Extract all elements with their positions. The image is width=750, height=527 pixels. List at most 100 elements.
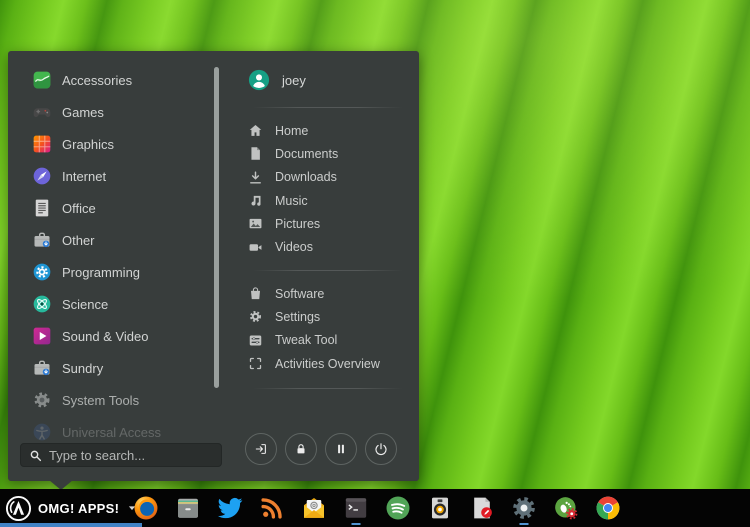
download-icon	[248, 170, 263, 185]
category-label: Sound & Video	[62, 329, 149, 344]
document-icon	[248, 146, 263, 161]
place-label: Pictures	[275, 217, 320, 231]
category-internet[interactable]: Internet	[8, 160, 214, 192]
places-list: Home Documents Downloads Music	[248, 119, 338, 259]
session-lock[interactable]	[285, 433, 317, 465]
category-office[interactable]: Office	[8, 192, 214, 224]
category-label: Internet	[62, 169, 106, 184]
launcher-chrome[interactable]	[595, 495, 621, 521]
briefcase-icon	[32, 230, 52, 250]
rss-icon	[259, 495, 285, 521]
place-downloads[interactable]: Downloads	[248, 166, 338, 189]
category-label: Accessories	[62, 73, 132, 88]
home-icon	[248, 123, 263, 138]
chrome-icon	[595, 495, 621, 521]
session-power[interactable]	[365, 433, 397, 465]
terminal-icon	[343, 495, 369, 521]
gear-small-icon	[248, 309, 263, 324]
launcher-tweaks[interactable]	[553, 495, 579, 521]
omg-logo-icon	[5, 495, 32, 522]
menu-item-settings[interactable]: Settings	[248, 305, 380, 328]
menu-item-activities-overview[interactable]: Activities Overview	[248, 352, 380, 375]
sound-video-icon	[32, 326, 52, 346]
place-pictures[interactable]: Pictures	[248, 212, 338, 235]
category-label: Sundry	[62, 361, 103, 376]
science-icon	[32, 294, 52, 314]
launcher-text-editor[interactable]	[469, 495, 495, 521]
twitter-icon	[217, 495, 243, 521]
launcher-music-player[interactable]	[427, 495, 453, 521]
category-label: Graphics	[62, 137, 114, 152]
session-buttons	[245, 433, 397, 465]
place-label: Documents	[275, 147, 338, 161]
separator	[253, 388, 403, 389]
power-icon	[374, 442, 388, 456]
settings-gear-icon	[511, 495, 537, 521]
separator	[253, 107, 403, 108]
lock-icon	[294, 442, 308, 456]
system-item-label: Software	[275, 287, 324, 301]
music-icon	[248, 193, 263, 208]
place-music[interactable]: Music	[248, 189, 338, 212]
tweak-icon	[248, 333, 263, 348]
category-label: Programming	[62, 265, 140, 280]
launcher-terminal[interactable]	[343, 495, 369, 521]
category-label: Science	[62, 297, 108, 312]
place-label: Home	[275, 124, 308, 138]
launcher-rss-reader[interactable]	[259, 495, 285, 521]
system-item-label: Settings	[275, 310, 320, 324]
category-science[interactable]: Science	[8, 288, 214, 320]
system-item-label: Tweak Tool	[275, 333, 337, 347]
category-graphics[interactable]: Graphics	[8, 128, 214, 160]
place-videos[interactable]: Videos	[248, 235, 338, 258]
programming-icon	[32, 262, 52, 282]
category-other[interactable]: Other	[8, 224, 214, 256]
taskbar-launchers	[133, 489, 621, 527]
accessories-icon	[32, 70, 52, 90]
graphics-icon	[32, 134, 52, 154]
desktop: Accessories Games Graphics Internet	[0, 0, 750, 527]
category-label: Other	[62, 233, 95, 248]
universal-access-icon	[32, 422, 52, 442]
place-label: Videos	[275, 240, 313, 254]
taskbar: OMG! APPS!	[0, 489, 750, 527]
launcher-file-manager[interactable]	[175, 495, 201, 521]
briefcase-icon	[32, 358, 52, 378]
text-editor-icon	[469, 495, 495, 521]
launcher-firefox[interactable]	[133, 495, 159, 521]
system-list: Software Settings Tweak Tool Activities …	[248, 282, 380, 375]
category-system-tools[interactable]: System Tools	[8, 384, 214, 416]
software-icon	[248, 286, 263, 301]
apps-menu-button[interactable]: OMG! APPS!	[0, 489, 142, 527]
place-documents[interactable]: Documents	[248, 142, 338, 165]
session-logout[interactable]	[245, 433, 277, 465]
system-item-label: Activities Overview	[275, 357, 380, 371]
games-icon	[32, 102, 52, 122]
category-label: Universal Access	[62, 425, 161, 440]
system-tools-icon	[32, 390, 52, 410]
spotify-icon	[385, 495, 411, 521]
category-label: System Tools	[62, 393, 139, 408]
search-input[interactable]	[49, 448, 213, 463]
launcher-twitter[interactable]	[217, 495, 243, 521]
category-games[interactable]: Games	[8, 96, 214, 128]
menu-item-software[interactable]: Software	[248, 282, 380, 305]
launcher-email[interactable]	[301, 495, 327, 521]
video-icon	[248, 240, 263, 255]
search-box	[20, 443, 222, 467]
category-programming[interactable]: Programming	[8, 256, 214, 288]
firefox-icon	[133, 495, 159, 521]
session-suspend[interactable]	[325, 433, 357, 465]
logout-icon	[254, 442, 268, 456]
user-row[interactable]: joey	[248, 69, 306, 91]
category-sundry[interactable]: Sundry	[8, 352, 214, 384]
separator	[253, 270, 403, 271]
scrollbar-thumb[interactable]	[214, 67, 219, 388]
menu-item-tweak-tool[interactable]: Tweak Tool	[248, 329, 380, 352]
launcher-spotify[interactable]	[385, 495, 411, 521]
category-label: Games	[62, 105, 104, 120]
category-sound-video[interactable]: Sound & Video	[8, 320, 214, 352]
category-accessories[interactable]: Accessories	[8, 64, 214, 96]
place-home[interactable]: Home	[248, 119, 338, 142]
launcher-settings[interactable]	[511, 495, 537, 521]
